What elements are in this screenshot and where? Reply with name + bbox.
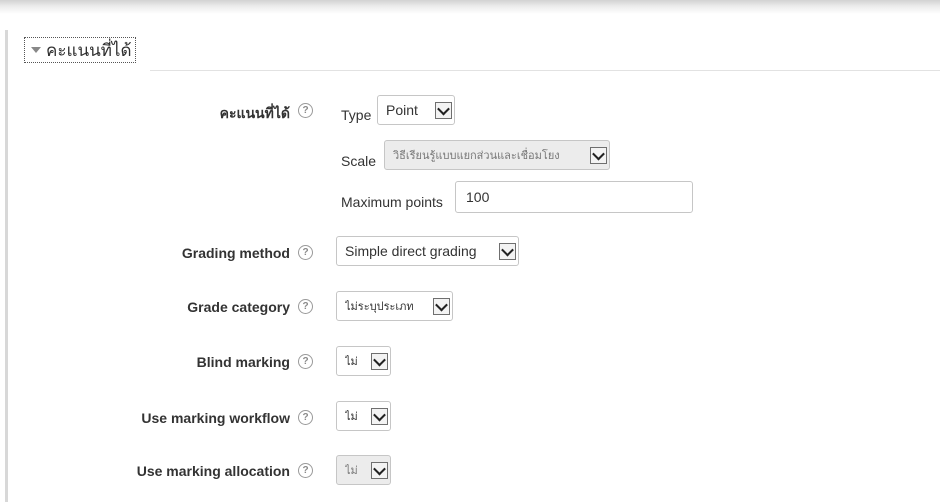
grade-category-value: ไม่ระบุประเภท [345,301,414,313]
blind-marking-help-icon[interactable]: ? [298,354,313,369]
grade-help-icon[interactable]: ? [298,103,313,118]
max-points-input[interactable]: 100 [455,181,693,213]
grading-method-label: Grading method [181,245,290,261]
collapse-triangle-icon [31,47,41,53]
grade-type-select[interactable]: Point [377,95,455,125]
scale-label: Scale [341,153,377,169]
blind-marking-select[interactable]: ไม่ [336,346,391,376]
chevron-down-icon [590,146,607,164]
type-label: Type [341,107,372,123]
grade-type-value: Point [386,102,418,118]
section-title: คะแนนที่ได้ [46,40,132,60]
marking-workflow-value: ไม่ [345,411,358,423]
grade-scale-select[interactable]: วิธีเรียนรู้แบบแยกส่วนและเชื่อมโยง [384,140,610,170]
grade-category-help-icon[interactable]: ? [298,299,313,314]
marking-allocation-help-icon[interactable]: ? [298,463,313,478]
grading-method-help-icon[interactable]: ? [298,245,313,260]
chevron-down-icon [371,407,388,425]
blind-marking-value: ไม่ [345,356,358,368]
assignment-settings-form: คะแนนที่ได้ คะแนนที่ได้ ? Type Point Sca… [0,0,940,502]
max-points-value: 100 [466,189,490,205]
grading-method-value: Simple direct grading [345,243,477,259]
section-legend-toggle[interactable]: คะแนนที่ได้ [24,37,136,63]
chevron-down-icon [435,101,452,119]
marking-workflow-help-icon[interactable]: ? [298,410,313,425]
marking-allocation-label: Use marking allocation [136,463,290,479]
grade-category-label: Grade category [187,299,290,315]
fieldset-left-border [5,30,8,502]
marking-workflow-label: Use marking workflow [141,410,290,426]
grade-category-select[interactable]: ไม่ระบุประเภท [336,291,453,321]
max-points-label: Maximum points [341,194,443,210]
chevron-down-icon [433,297,450,315]
grading-method-select[interactable]: Simple direct grading [336,236,519,266]
marking-workflow-select[interactable]: ไม่ [336,401,391,431]
marking-allocation-select[interactable]: ไม่ [336,455,391,485]
marking-allocation-value: ไม่ [345,465,358,477]
chevron-down-icon [371,461,388,479]
grade-label: คะแนนที่ได้ [219,105,290,121]
blind-marking-label: Blind marking [196,354,290,370]
grade-scale-value: วิธีเรียนรู้แบบแยกส่วนและเชื่อมโยง [393,150,560,162]
chevron-down-icon [499,242,516,260]
top-shadow [0,0,940,14]
legend-divider [150,70,940,71]
chevron-down-icon [371,352,388,370]
